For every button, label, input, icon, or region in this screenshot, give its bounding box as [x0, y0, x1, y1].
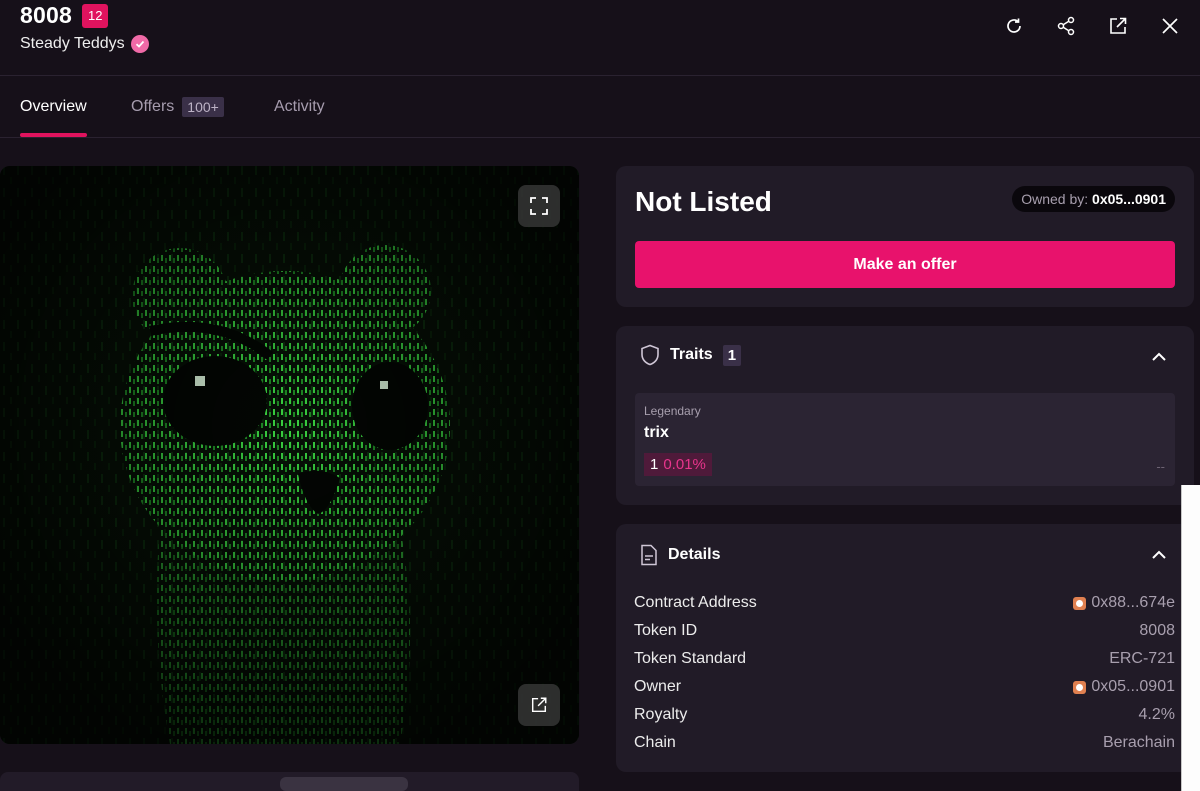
refresh-icon[interactable]	[1002, 14, 1026, 38]
overlapping-window-edge	[1181, 485, 1200, 791]
tab-label[interactable]: Activity	[274, 98, 325, 116]
listing-status: Not Listed	[635, 186, 772, 217]
traits-title: Traits	[670, 346, 713, 363]
tab-offers[interactable]: Offers 100+	[131, 76, 224, 138]
collection-name[interactable]: Steady Teddys	[20, 35, 125, 53]
nft-artwork	[0, 166, 579, 744]
offers-count-badge: 100+	[182, 97, 224, 117]
listing-panel: Not Listed Owned by: 0x05...0901 Make an…	[616, 166, 1194, 307]
trait-type: Legendary	[644, 404, 701, 418]
traits-panel: Traits 1 Legendary trix 1 0.01% --	[616, 326, 1194, 505]
detail-label: Token Standard	[634, 650, 747, 667]
item-header: 8008 12 Steady Teddys	[0, 0, 1200, 76]
external-link-icon[interactable]	[1106, 14, 1130, 38]
trait-percent: 0.01%	[663, 456, 706, 473]
owner-address[interactable]: 0x05...0901	[1092, 191, 1166, 207]
next-panel-edge	[0, 772, 579, 791]
trait-floor-price: --	[1156, 459, 1165, 474]
detail-value: ERC-721	[1109, 650, 1175, 667]
rank-badge: 12	[81, 3, 109, 28]
trait-rarity: 1 0.01%	[644, 453, 712, 476]
detail-value: 4.2%	[1138, 706, 1175, 723]
detail-label: Owner	[634, 678, 682, 695]
trait-value: trix	[644, 424, 669, 441]
external-link-icon	[531, 697, 547, 713]
header-actions	[1002, 14, 1182, 38]
shield-icon	[641, 344, 659, 366]
detail-value: 8008	[1139, 622, 1175, 639]
explorer-icon	[1073, 596, 1087, 610]
verified-icon	[130, 35, 149, 53]
detail-row-chain: Chain Berachain	[634, 734, 1175, 752]
detail-value[interactable]: 0x88...674e	[1091, 594, 1175, 612]
detail-row-standard: Token Standard ERC-721	[634, 650, 1175, 668]
details-title: Details	[668, 546, 721, 563]
detail-label: Token ID	[634, 622, 698, 639]
open-image-button[interactable]	[518, 684, 560, 726]
detail-row-owner: Owner 0x05...0901	[634, 678, 1175, 696]
make-offer-button[interactable]: Make an offer	[635, 241, 1175, 288]
nft-image	[0, 166, 579, 744]
contract-address-link[interactable]: 0x88...674e	[1073, 594, 1175, 612]
owned-by-label: Owned by:	[1021, 191, 1089, 207]
collection-link[interactable]: Steady Teddys	[20, 35, 149, 53]
expand-icon	[530, 197, 548, 215]
owned-by-pill[interactable]: Owned by: 0x05...0901	[1012, 186, 1175, 212]
detail-label: Contract Address	[634, 594, 757, 611]
panel-pill	[280, 777, 408, 791]
owner-address-link[interactable]: 0x05...0901	[1073, 678, 1175, 696]
trait-card[interactable]: Legendary trix 1 0.01% --	[635, 393, 1175, 486]
tab-label[interactable]: Offers	[131, 98, 174, 116]
detail-row-royalty: Royalty 4.2%	[634, 706, 1175, 724]
document-icon	[641, 544, 657, 566]
token-title: 8008	[20, 2, 72, 28]
title-row: 8008 12	[20, 2, 109, 29]
trait-count: 1	[650, 456, 659, 473]
traits-header[interactable]: Traits 1	[640, 344, 742, 366]
fullscreen-button[interactable]	[518, 185, 560, 227]
chevron-up-icon[interactable]	[1150, 348, 1168, 366]
traits-count-badge: 1	[722, 344, 742, 366]
share-icon[interactable]	[1054, 14, 1078, 38]
details-header[interactable]: Details	[640, 544, 720, 566]
chevron-up-icon[interactable]	[1150, 546, 1168, 564]
tab-label[interactable]: Overview	[20, 98, 87, 116]
tab-bar: Overview Offers 100+ Activity	[0, 76, 1200, 138]
detail-row-token-id: Token ID 8008	[634, 622, 1175, 640]
tab-overview[interactable]: Overview	[20, 76, 87, 138]
detail-value: Berachain	[1102, 734, 1175, 751]
close-icon[interactable]	[1158, 14, 1182, 38]
explorer-icon	[1073, 680, 1087, 694]
detail-value[interactable]: 0x05...0901	[1091, 678, 1175, 696]
tab-activity[interactable]: Activity	[274, 76, 325, 138]
detail-label: Chain	[634, 734, 676, 751]
detail-label: Royalty	[634, 706, 688, 723]
detail-row-contract: Contract Address 0x88...674e	[634, 594, 1175, 612]
details-panel: Details Contract Address 0x88...674e Tok…	[616, 524, 1194, 772]
